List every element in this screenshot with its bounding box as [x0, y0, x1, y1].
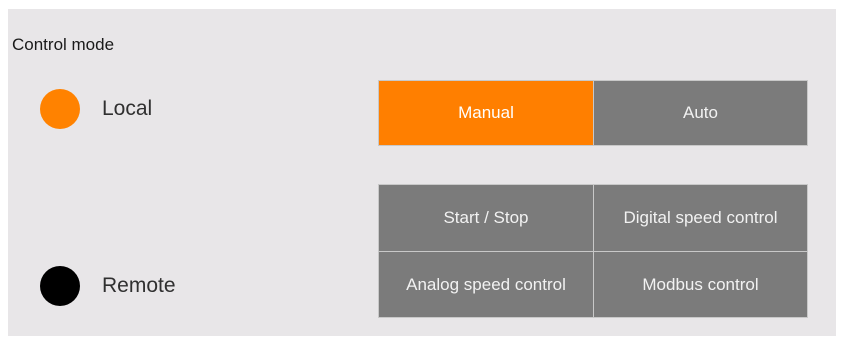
digital-speed-control-button[interactable]: Digital speed control: [593, 184, 808, 252]
manual-button[interactable]: Manual: [378, 80, 594, 146]
remote-label: Remote: [102, 274, 176, 297]
analog-speed-control-button[interactable]: Analog speed control: [378, 251, 594, 318]
auto-button[interactable]: Auto: [593, 80, 808, 146]
local-status-led-icon: [40, 89, 80, 129]
control-mode-panel: Control mode Local Remote Manual Auto St…: [8, 9, 836, 336]
panel-title: Control mode: [12, 35, 115, 54]
local-label: Local: [102, 97, 153, 120]
start-stop-button[interactable]: Start / Stop: [378, 184, 594, 252]
remote-status-led-icon: [40, 266, 80, 306]
remote-indicator: Remote: [40, 266, 176, 306]
modbus-control-button[interactable]: Modbus control: [593, 251, 808, 318]
local-indicator: Local: [40, 89, 152, 129]
